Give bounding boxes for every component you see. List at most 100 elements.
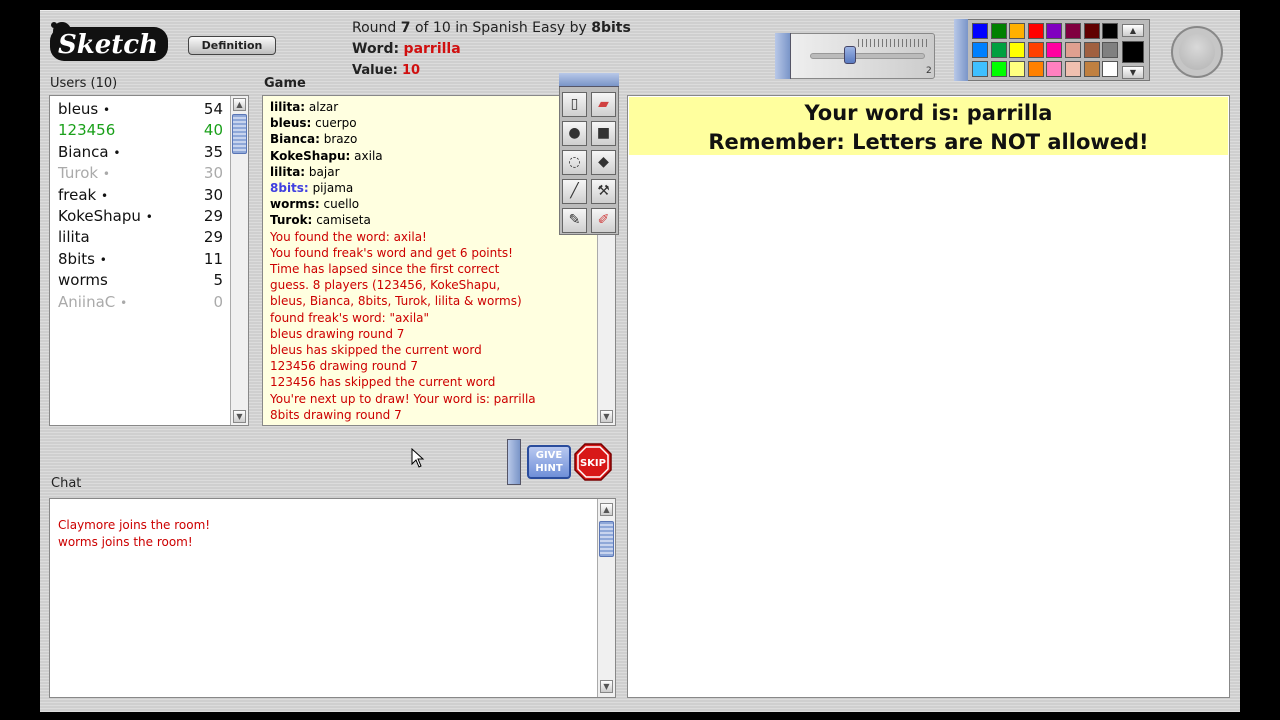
log-line: worms: cuello	[270, 196, 359, 212]
user-row[interactable]: KokeShapu • 29	[58, 207, 223, 228]
log-text: You're next up to draw! Your word is: pa…	[270, 391, 536, 406]
user-row[interactable]: 123456 40	[58, 121, 223, 142]
log-text: cuerpo	[315, 116, 357, 131]
color-swatch[interactable]	[1009, 42, 1026, 58]
points-value: 10	[402, 63, 421, 78]
ellipse-icon[interactable]: ●	[562, 121, 587, 146]
color-swatch[interactable]	[1065, 23, 1081, 39]
user-name: freak	[58, 185, 97, 204]
give-hint-button[interactable]: GIVE HINT	[527, 445, 571, 479]
color-swatch[interactable]	[1102, 23, 1119, 39]
fill-bucket-icon[interactable]: ◆	[591, 150, 616, 175]
user-status-dot: •	[101, 188, 109, 203]
rectangle-icon[interactable]: ■	[591, 121, 616, 146]
user-row[interactable]: AniinaC • 0	[58, 293, 223, 314]
color-swatch[interactable]	[990, 61, 1007, 77]
color-swatch[interactable]	[1102, 61, 1119, 77]
definition-button[interactable]: Definition	[188, 36, 276, 55]
color-swatch[interactable]	[1046, 23, 1063, 39]
round-action-button[interactable]	[1171, 26, 1223, 78]
brush-size-knob[interactable]	[844, 46, 856, 64]
color-swatch[interactable]	[1065, 61, 1081, 77]
scroll-up-icon[interactable]: ▲	[233, 98, 246, 111]
log-player-name: KokeShapu:	[270, 148, 351, 163]
chat-message: worms joins the room!	[58, 535, 193, 549]
drawing-canvas[interactable]: Your word is: parrilla Remember: Letters…	[627, 95, 1230, 698]
user-name: 123456	[58, 121, 116, 140]
users-scrollbar[interactable]: ▲ ▼	[230, 96, 248, 425]
log-player-name: Bianca:	[270, 132, 320, 147]
color-swatch[interactable]	[990, 42, 1007, 58]
scroll-thumb[interactable]	[599, 521, 614, 557]
user-status-dot: •	[99, 252, 107, 267]
chat-label: Chat	[51, 476, 82, 491]
word-line: Word: parrilla	[352, 41, 461, 57]
hammer-icon[interactable]: ⚒	[591, 179, 616, 204]
user-status-dot: •	[120, 295, 128, 310]
skip-button[interactable]: SKIP	[574, 443, 612, 481]
user-name: 8bits	[58, 249, 95, 268]
log-player-name: worms:	[270, 197, 320, 212]
color-swatch[interactable]	[1009, 23, 1026, 39]
palette-down-icon[interactable]: ▼	[1122, 66, 1144, 79]
user-status-dot: •	[145, 210, 153, 224]
log-line: Turok: camiseta	[270, 212, 371, 228]
users-label: Users (10)	[50, 76, 118, 91]
color-swatch[interactable]	[1083, 61, 1100, 77]
user-row[interactable]: bleus • 54	[58, 100, 223, 121]
user-score: 29	[203, 207, 223, 225]
palette-drag-handle[interactable]	[954, 19, 968, 81]
pen-icon[interactable]: ✐	[591, 208, 616, 233]
scroll-thumb[interactable]	[232, 114, 247, 154]
user-row[interactable]: worms 5	[58, 271, 223, 292]
log-line: bleus drawing round 7	[270, 326, 404, 342]
brush-size-value: 2	[926, 66, 932, 76]
color-swatch[interactable]	[972, 42, 988, 58]
color-swatch[interactable]	[990, 23, 1007, 39]
user-row[interactable]: freak • 30	[58, 186, 223, 207]
user-row[interactable]: Bianca • 35	[58, 143, 223, 164]
log-text: 123456 has skipped the current word	[270, 375, 496, 390]
color-swatch[interactable]	[1083, 23, 1100, 39]
scroll-down-icon[interactable]: ▼	[600, 410, 613, 423]
log-player-name: Turok:	[270, 213, 313, 228]
chat-scrollbar[interactable]: ▲ ▼	[597, 499, 615, 697]
scroll-up-icon[interactable]: ▲	[600, 503, 613, 516]
user-name: lilita	[58, 228, 90, 247]
log-line: You found freak's word and get 6 points!	[270, 245, 513, 261]
scroll-down-icon[interactable]: ▼	[600, 680, 613, 693]
color-swatch[interactable]	[1027, 42, 1044, 58]
color-swatch[interactable]	[1027, 23, 1044, 39]
user-score: 5	[213, 271, 223, 290]
user-row[interactable]: Turok • 30	[58, 164, 223, 185]
log-player-name: 8bits:	[270, 181, 309, 195]
eraser-icon[interactable]: ▰	[591, 92, 616, 117]
new-page-icon[interactable]: ▯	[562, 92, 587, 117]
log-text: 123456 drawing round 7	[270, 359, 419, 374]
log-text: Time has lapsed since the first correct	[270, 262, 500, 276]
hint-drag-handle[interactable]	[507, 439, 521, 485]
scroll-down-icon[interactable]: ▼	[233, 410, 246, 423]
line-icon[interactable]: ╱	[562, 179, 587, 204]
color-swatch[interactable]	[1083, 42, 1100, 58]
color-swatch[interactable]	[1027, 61, 1044, 77]
color-swatch[interactable]	[1046, 42, 1063, 58]
color-swatch[interactable]	[972, 23, 988, 39]
color-swatch[interactable]	[972, 61, 988, 77]
slider-drag-handle[interactable]	[775, 33, 791, 79]
lasso-icon[interactable]: ◌	[562, 150, 587, 175]
room-name: Spanish Easy	[472, 20, 566, 36]
brush-size-track[interactable]	[810, 53, 925, 59]
log-text: You found the word: axila!	[270, 229, 427, 244]
log-text: bajar	[308, 164, 340, 179]
color-swatch[interactable]	[1009, 61, 1026, 77]
brush-icon[interactable]: ✎	[562, 208, 587, 233]
log-line: Bianca: brazo	[270, 131, 357, 147]
user-row[interactable]: lilita 29	[58, 228, 223, 249]
user-row[interactable]: 8bits • 11	[58, 250, 223, 271]
color-swatch[interactable]	[1065, 42, 1081, 58]
color-swatch[interactable]	[1102, 42, 1119, 58]
palette-up-icon[interactable]: ▲	[1122, 24, 1144, 37]
tools-drag-handle[interactable]	[559, 73, 619, 87]
color-swatch[interactable]	[1046, 61, 1063, 77]
